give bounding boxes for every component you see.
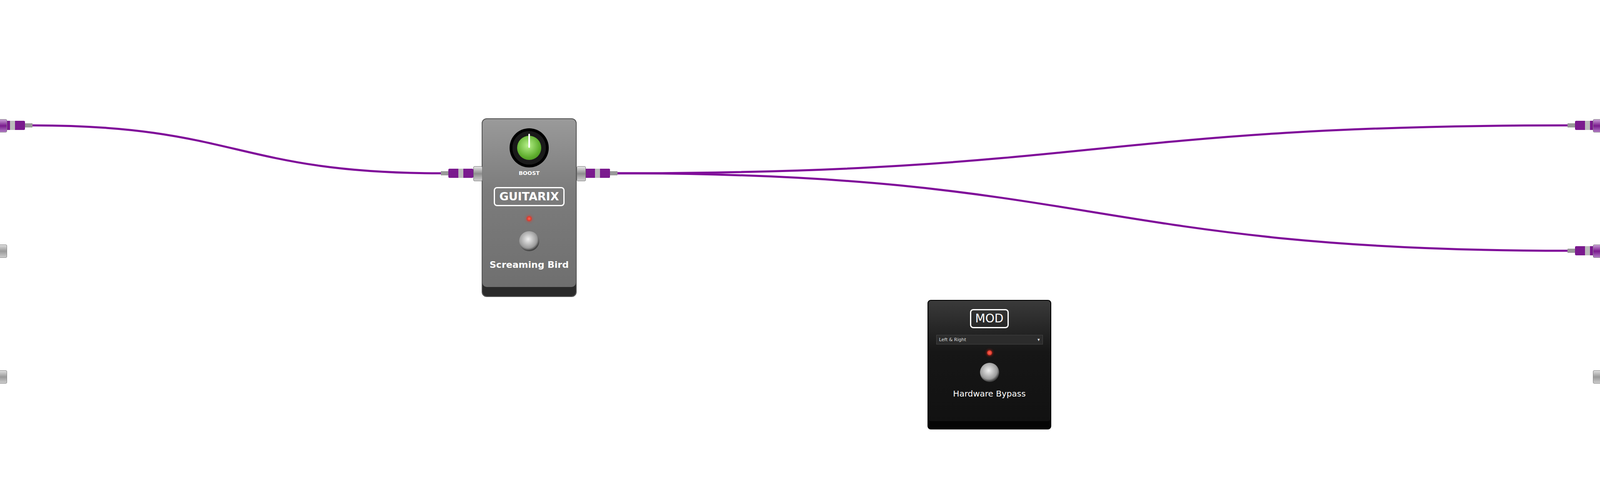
system-output-jack[interactable] bbox=[1592, 119, 1600, 133]
brand-logo: GUITARIX bbox=[493, 187, 565, 207]
cable-plug[interactable] bbox=[585, 168, 618, 178]
footswitch[interactable] bbox=[519, 231, 540, 252]
knob-cap bbox=[517, 135, 542, 160]
cable-layer bbox=[0, 0, 1600, 504]
cable[interactable] bbox=[617, 173, 1568, 251]
system-input-jack[interactable] bbox=[0, 370, 8, 384]
hardware-bypass-pedal[interactable]: MOD Left & Right ▾ Hardware Bypass bbox=[927, 300, 1052, 430]
system-output-jack[interactable] bbox=[1592, 370, 1600, 384]
pedal-output-jack[interactable] bbox=[576, 166, 586, 182]
cable-plug[interactable] bbox=[585, 168, 618, 178]
channel-dropdown[interactable]: Left & Right ▾ bbox=[936, 335, 1043, 345]
cable[interactable] bbox=[617, 125, 1568, 174]
pedalboard-canvas[interactable]: BOOST GUITARIX Screaming Bird MOD Left & Rig… bbox=[0, 0, 1600, 504]
status-led bbox=[987, 350, 993, 356]
brand-logo: MOD bbox=[970, 309, 1010, 329]
pedal-name: Hardware Bypass bbox=[952, 388, 1026, 399]
dropdown-value: Left & Right bbox=[939, 337, 967, 343]
system-output-jack[interactable] bbox=[1592, 244, 1600, 258]
cable-plug[interactable] bbox=[440, 168, 474, 178]
cable[interactable] bbox=[32, 125, 441, 174]
knob-label: BOOST bbox=[518, 170, 540, 177]
pedal-input-jack[interactable] bbox=[473, 166, 483, 182]
pedal-name: Screaming Bird bbox=[489, 259, 569, 270]
dropdown-arrow-icon: ▾ bbox=[1037, 337, 1040, 343]
boost-knob[interactable] bbox=[509, 128, 549, 168]
knob-pointer bbox=[528, 133, 530, 148]
plugin-pedal[interactable]: BOOST GUITARIX Screaming Bird bbox=[481, 118, 577, 298]
system-input-jack[interactable] bbox=[0, 244, 8, 258]
footswitch[interactable] bbox=[980, 362, 1000, 383]
system-input-jack[interactable] bbox=[0, 119, 8, 133]
status-led bbox=[526, 216, 532, 222]
